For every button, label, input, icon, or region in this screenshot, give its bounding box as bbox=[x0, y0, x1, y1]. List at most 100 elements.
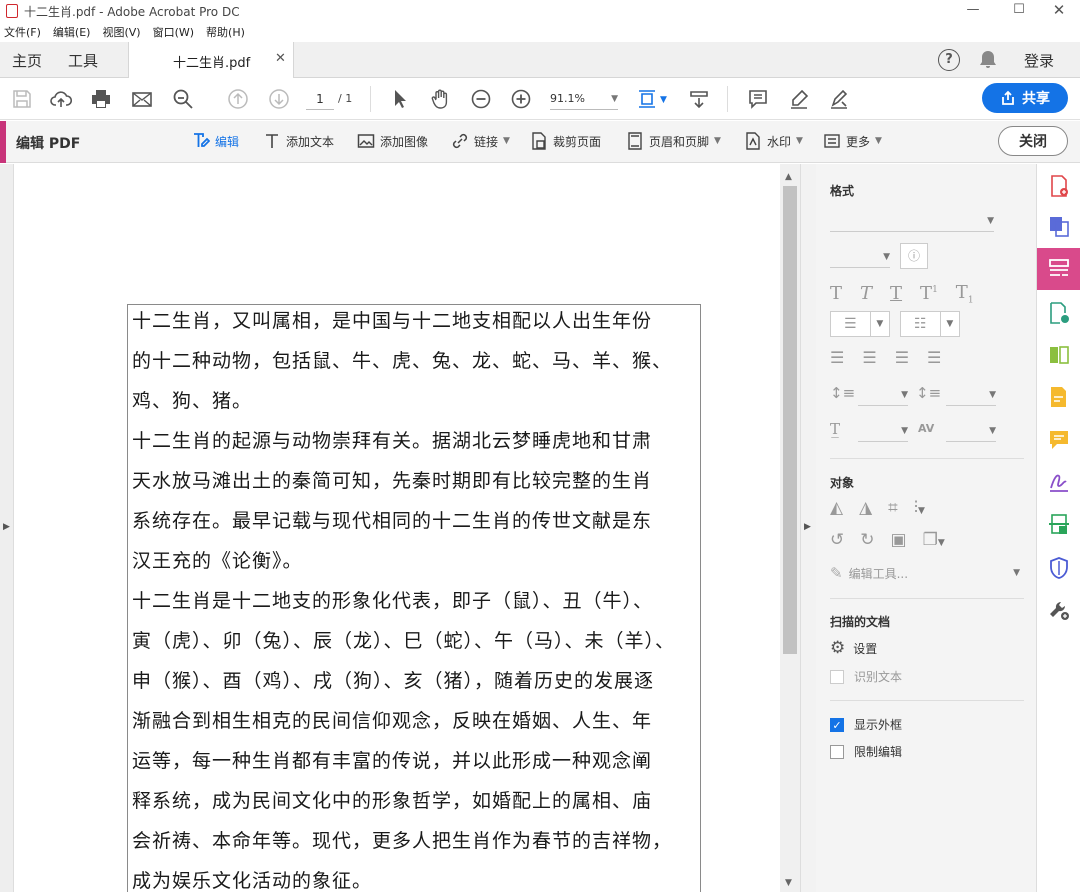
font-size-select[interactable]: ▼ bbox=[830, 246, 890, 268]
text-italic-icon[interactable]: T bbox=[860, 283, 872, 304]
select-cursor-icon[interactable] bbox=[387, 86, 413, 112]
fit-page-chevron-icon[interactable]: ▼ bbox=[660, 95, 667, 105]
superscript-icon[interactable]: T1 bbox=[920, 283, 938, 304]
add-text-tool[interactable]: 添加文本 bbox=[263, 132, 334, 150]
doc-line[interactable]: 成为娱乐文化活动的象征。 bbox=[132, 866, 372, 892]
more-tools-icon[interactable] bbox=[1047, 598, 1071, 622]
expand-left-icon[interactable]: ▶ bbox=[3, 522, 10, 532]
upload-cloud-icon[interactable] bbox=[48, 86, 74, 112]
restrict-edit-checkbox[interactable] bbox=[830, 744, 844, 759]
doc-line[interactable]: 系统存在。最早记载与现代相同的十二生肖的传世文献是东 bbox=[132, 506, 652, 533]
export-pdf-icon[interactable] bbox=[1047, 301, 1071, 325]
zoom-in-icon[interactable] bbox=[508, 86, 534, 112]
doc-line[interactable]: 汉王充的《论衡》。 bbox=[132, 546, 303, 573]
right-panel-collapse[interactable]: ▶ bbox=[800, 164, 816, 892]
combine-files-icon[interactable] bbox=[1047, 214, 1071, 238]
scroll-down-icon[interactable]: ▼ bbox=[785, 878, 792, 888]
line-spacing-select[interactable]: ▼ bbox=[858, 384, 908, 406]
doc-line[interactable]: 释系统，成为民间文化中的形象哲学，如婚配上的属相、庙 bbox=[132, 786, 652, 813]
align-justify-icon[interactable]: ☰ bbox=[927, 348, 941, 367]
bullet-list-button[interactable]: ☰ ▼ bbox=[830, 311, 890, 337]
character-spacing-select[interactable]: ▼ bbox=[946, 420, 996, 442]
header-footer-tool[interactable]: 页眉和页脚 ▼ bbox=[626, 132, 721, 150]
crop-pages-tool[interactable]: 裁剪页面 bbox=[530, 132, 601, 150]
comment-pane-icon[interactable] bbox=[1047, 428, 1071, 452]
watermark-tool[interactable]: 水印 ▼ bbox=[744, 132, 803, 150]
signin-link[interactable]: 登录 bbox=[1024, 50, 1054, 71]
zoom-out-icon[interactable] bbox=[468, 86, 494, 112]
page-number-input[interactable]: 1 bbox=[306, 88, 334, 110]
align-left-icon[interactable]: ☰ bbox=[830, 348, 844, 367]
paragraph-spacing-select[interactable]: ▼ bbox=[946, 384, 996, 406]
scan-ocr-icon[interactable] bbox=[1047, 512, 1071, 536]
flip-horizontal-icon[interactable]: ◮ bbox=[859, 498, 872, 518]
menu-help[interactable]: 帮助(H) bbox=[206, 24, 245, 40]
doc-line[interactable]: 鸡、狗、猪。 bbox=[132, 386, 252, 413]
share-button[interactable]: 共享 bbox=[982, 83, 1068, 113]
more-tool[interactable]: 更多 ▼ bbox=[823, 132, 882, 150]
arrange-objects-icon[interactable]: ❐▼ bbox=[923, 530, 945, 550]
doc-line[interactable]: 渐融合到相生相克的民间信仰观念，反映在婚姻、人生、年 bbox=[132, 706, 652, 733]
highlight-pen-icon[interactable] bbox=[786, 86, 812, 112]
settings-button[interactable]: ⚙ 设置 bbox=[830, 638, 877, 658]
create-pdf-icon[interactable] bbox=[1047, 174, 1071, 198]
text-underline-icon[interactable]: T bbox=[890, 283, 902, 304]
minimize-button[interactable]: — bbox=[950, 0, 996, 22]
subscript-icon[interactable]: T1 bbox=[956, 282, 974, 306]
doc-line[interactable]: 十二生肖，又叫属相，是中国与十二地支相配以人出生年份 bbox=[132, 306, 652, 333]
scrollbar-thumb[interactable] bbox=[783, 186, 797, 654]
print-icon[interactable] bbox=[88, 86, 114, 112]
signature-icon[interactable] bbox=[1047, 470, 1071, 494]
flip-vertical-icon[interactable]: ◭ bbox=[830, 498, 843, 518]
scroll-mode-icon[interactable] bbox=[686, 86, 712, 112]
bell-icon[interactable] bbox=[978, 49, 998, 74]
left-panel-collapse[interactable]: ▶ bbox=[0, 164, 14, 892]
collapse-right-icon[interactable]: ▶ bbox=[804, 522, 811, 532]
show-bbox-option[interactable]: ✓ 显示外框 bbox=[830, 716, 902, 733]
sign-pen-icon[interactable] bbox=[826, 86, 852, 112]
tab-document[interactable]: 十二生肖.pdf ✕ bbox=[128, 42, 294, 78]
doc-line[interactable]: 十二生肖是十二地支的形象化代表，即子（鼠）、丑（牛）、 bbox=[132, 586, 653, 613]
font-family-select[interactable]: ▼ bbox=[830, 210, 994, 232]
comment-icon[interactable] bbox=[745, 86, 771, 112]
organize-pages-icon[interactable] bbox=[1047, 343, 1071, 367]
text-style-plain-icon[interactable]: T bbox=[830, 283, 842, 304]
close-edit-button[interactable]: 关闭 bbox=[998, 126, 1068, 156]
zoom-level-select[interactable]: 91.1% ▼ bbox=[550, 88, 618, 110]
add-image-tool[interactable]: 添加图像 bbox=[357, 132, 428, 150]
edit-tool-select[interactable]: ✎ 编辑工具... ▼ bbox=[830, 564, 1020, 582]
save-icon[interactable] bbox=[9, 86, 35, 112]
doc-line[interactable]: 的十二种动物，包括鼠、牛、虎、兔、龙、蛇、马、羊、猴、 bbox=[132, 346, 672, 373]
recognize-text-checkbox[interactable] bbox=[830, 669, 844, 684]
align-right-icon[interactable]: ☰ bbox=[895, 348, 909, 367]
crop-image-icon[interactable]: ⌗ bbox=[888, 498, 898, 518]
tab-home[interactable]: 主页 bbox=[12, 50, 42, 71]
edit-text-tool[interactable]: 编辑 bbox=[192, 132, 239, 150]
protect-shield-icon[interactable] bbox=[1047, 556, 1071, 580]
menu-window[interactable]: 窗口(W) bbox=[153, 24, 194, 40]
help-icon[interactable]: ? bbox=[938, 49, 960, 71]
email-icon[interactable] bbox=[129, 86, 155, 112]
fill-sign-icon[interactable] bbox=[1047, 385, 1071, 409]
menu-file[interactable]: 文件(F) bbox=[4, 24, 41, 40]
scroll-up-icon[interactable]: ▲ bbox=[785, 172, 792, 182]
align-objects-icon[interactable]: ⫶▼ bbox=[914, 498, 925, 518]
horizontal-scale-select[interactable]: ▼ bbox=[858, 420, 908, 442]
hand-tool-icon[interactable] bbox=[428, 86, 454, 112]
doc-line[interactable]: 天水放马滩出土的秦简可知，先秦时期即有比较完整的生肖 bbox=[132, 466, 652, 493]
menu-view[interactable]: 视图(V) bbox=[102, 24, 140, 40]
close-tab-icon[interactable]: ✕ bbox=[275, 51, 286, 66]
close-window-button[interactable]: ✕ bbox=[1036, 0, 1080, 22]
doc-line[interactable]: 申（猴）、酉（鸡）、戌（狗）、亥（猪），随着历史的发展逐 bbox=[132, 666, 654, 693]
vertical-scrollbar[interactable]: ▲ ▼ bbox=[780, 164, 800, 892]
align-center-icon[interactable]: ☰ bbox=[862, 348, 876, 367]
doc-line[interactable]: 寅（虎）、卯（兔）、辰（龙）、巳（蛇）、午（马）、未（羊）、 bbox=[132, 626, 675, 653]
rotate-left-icon[interactable]: ↺ bbox=[830, 530, 844, 550]
doc-line[interactable]: 运等，每一种生肖都有丰富的传说，并以此形成一种观念阐 bbox=[132, 746, 652, 773]
numbered-list-button[interactable]: ☷ ▼ bbox=[900, 311, 960, 337]
next-page-icon[interactable] bbox=[266, 86, 292, 112]
show-bbox-checkbox[interactable]: ✓ bbox=[830, 717, 844, 732]
previous-page-icon[interactable] bbox=[225, 86, 251, 112]
rotate-right-icon[interactable]: ↻ bbox=[860, 530, 874, 550]
doc-line[interactable]: 会祈祷、本命年等。现代，更多人把生肖作为春节的吉祥物， bbox=[132, 826, 672, 853]
